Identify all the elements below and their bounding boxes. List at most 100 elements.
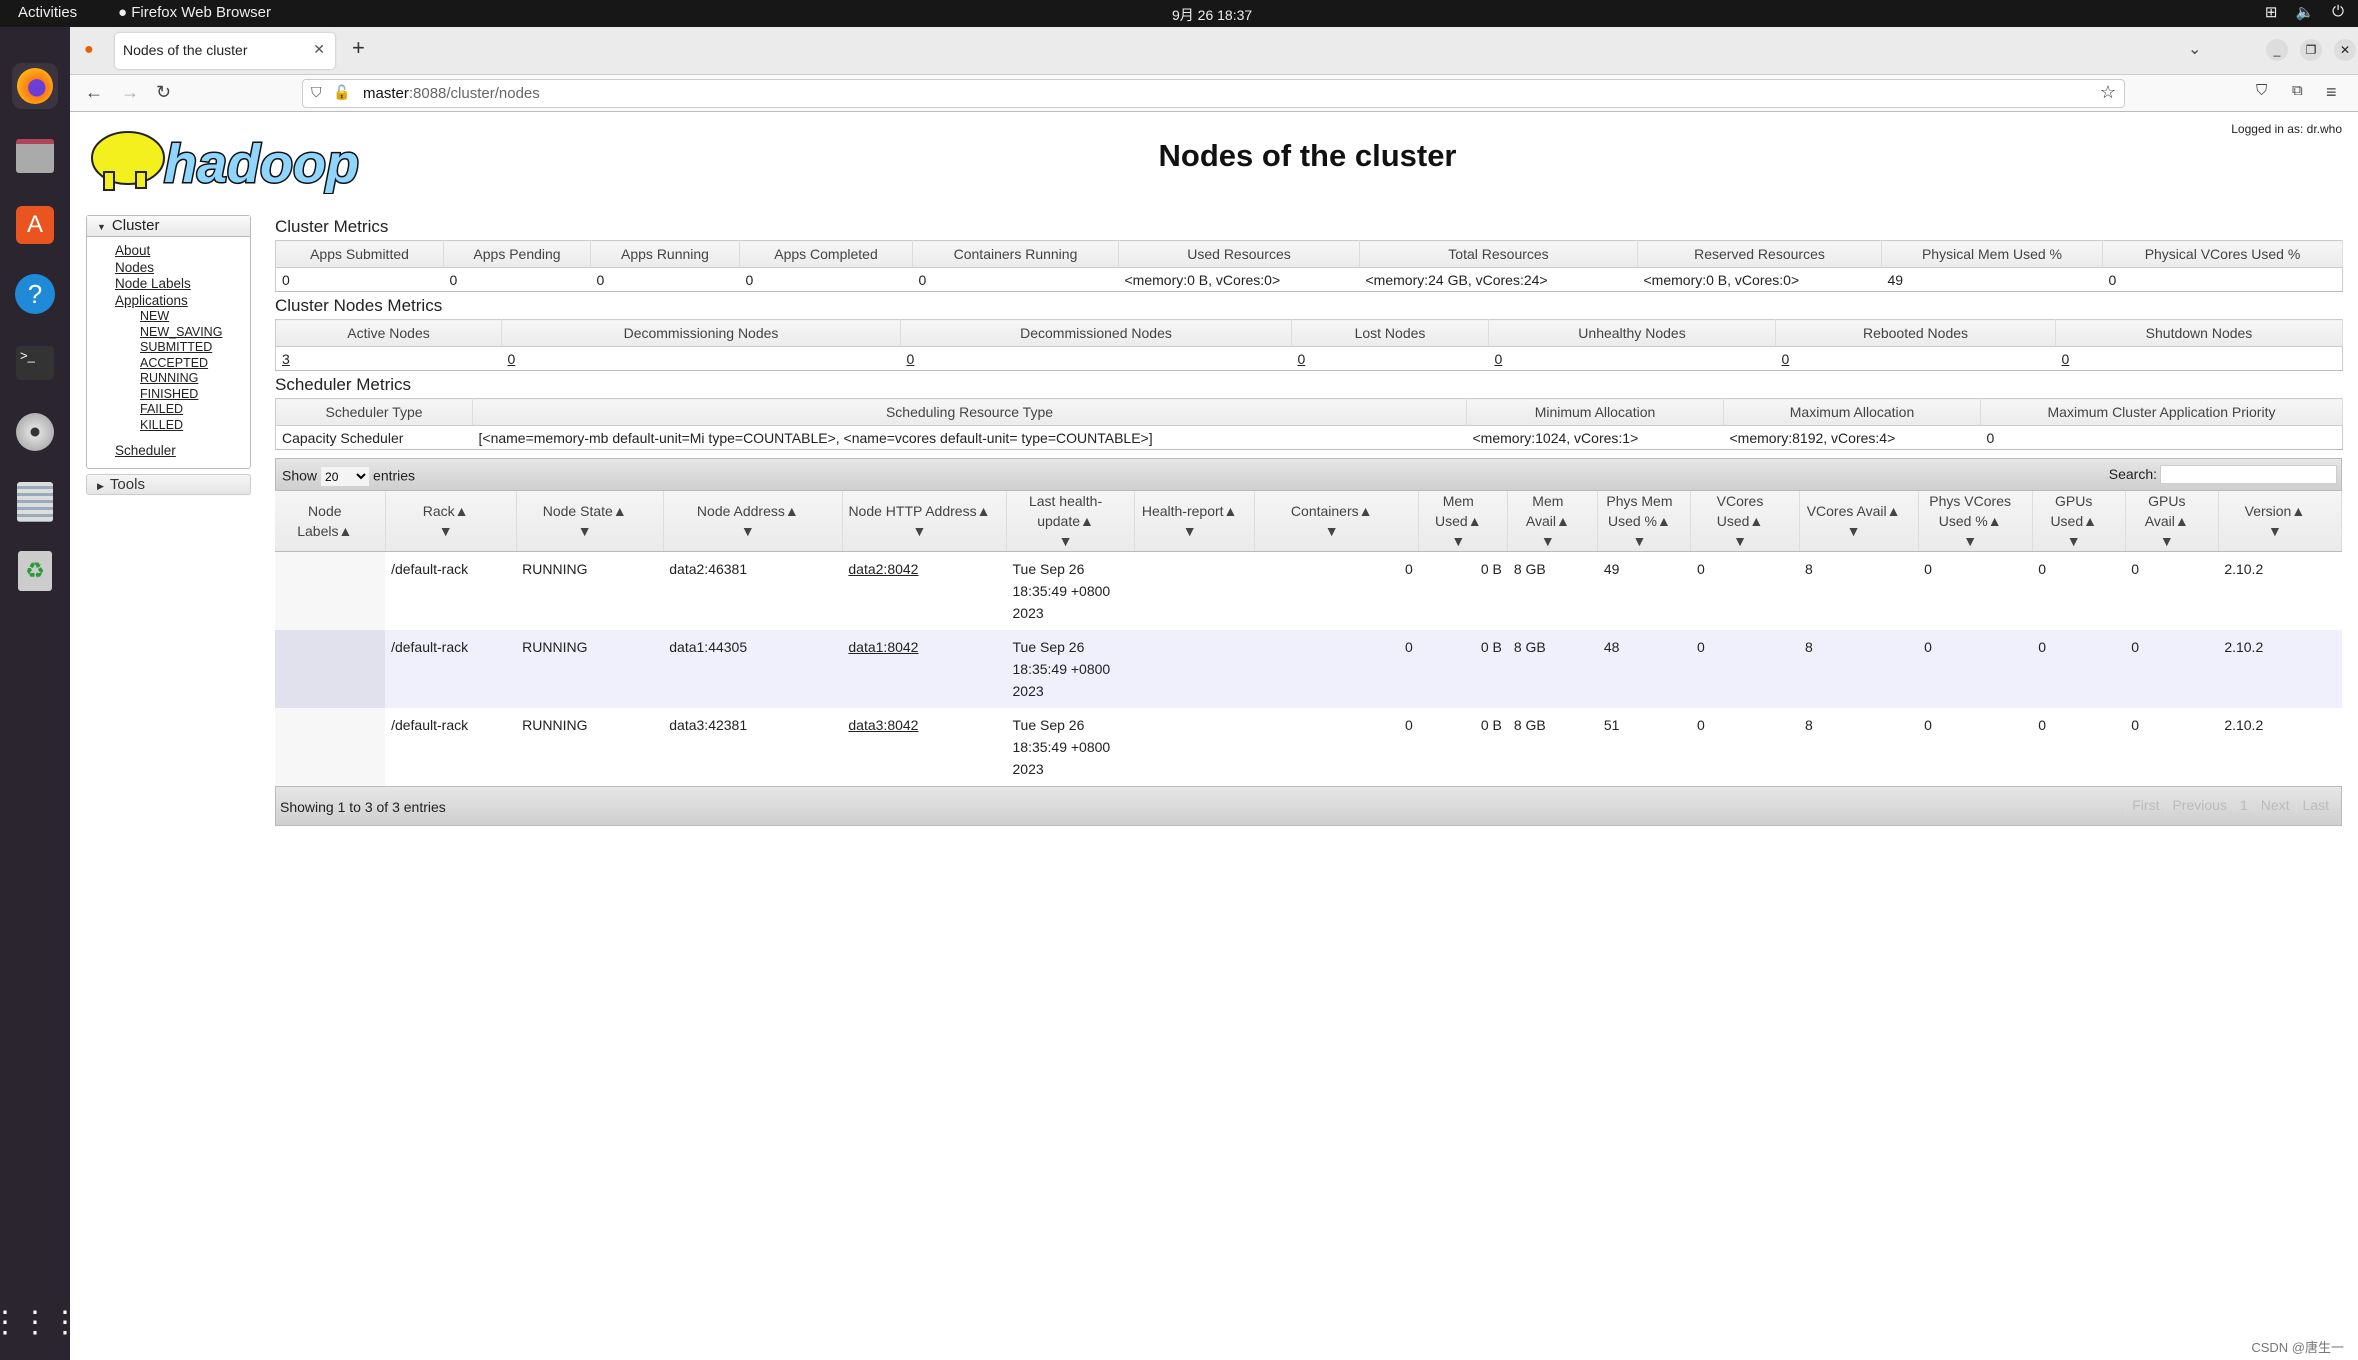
link-unhealthy-nodes[interactable]: 0: [1495, 351, 1503, 367]
system-tray[interactable]: ⊞ 🔈 ⏻: [2265, 3, 2344, 21]
terminal-icon[interactable]: >_: [12, 340, 58, 386]
column-header-mem-used[interactable]: Mem Used▲ ▼: [1418, 491, 1509, 552]
reload-icon[interactable]: ↻: [156, 82, 171, 103]
link-shutdown-nodes[interactable]: 0: [2062, 351, 2070, 367]
show-apps-icon[interactable]: ⋮⋮⋮: [0, 1299, 80, 1345]
trash-icon[interactable]: ♻: [12, 548, 58, 594]
node-http-address-link[interactable]: data3:8042: [848, 717, 918, 733]
value-reserved-resources: <memory:0 B, vCores:0>: [1637, 267, 1882, 292]
column-header-vcores-avail[interactable]: VCores Avail▲ ▼: [1799, 491, 1919, 552]
pager-previous[interactable]: Previous: [2165, 797, 2232, 813]
bookmark-star-icon[interactable]: ☆: [2100, 82, 2116, 103]
entries-per-page-select[interactable]: 20: [321, 467, 370, 486]
cell-last-health-update: Tue Sep 26 18:35:49 +0800 2023: [1006, 630, 1135, 708]
sidebar-link-about[interactable]: About: [115, 243, 250, 260]
sidebar-link-running[interactable]: RUNNING: [140, 371, 250, 387]
sidebar-link-scheduler[interactable]: Scheduler: [115, 443, 250, 460]
sidebar-link-applications[interactable]: Applications: [115, 293, 250, 310]
hadoop-logo[interactable]: hadoop: [86, 122, 386, 196]
header-reserved-resources: Reserved Resources: [1637, 240, 1882, 268]
forward-icon[interactable]: →: [121, 82, 139, 103]
sidebar-link-node-labels[interactable]: Node Labels: [115, 276, 250, 293]
column-header-phys-vcores-used[interactable]: Phys VCores Used %▲ ▼: [1918, 491, 2033, 552]
menu-icon[interactable]: ≡: [2326, 82, 2337, 103]
cell-vcores-used: 0: [1690, 708, 1800, 786]
close-tab-icon[interactable]: ✕: [313, 41, 325, 58]
value-decommissioned-nodes: 0: [900, 346, 1292, 371]
pager-first[interactable]: First: [2125, 797, 2165, 813]
pocket-icon[interactable]: ⛉: [2256, 82, 2267, 99]
minimize-icon[interactable]: _: [2266, 39, 2288, 61]
value-scheduler-type: Capacity Scheduler: [275, 425, 473, 450]
sidebar-link-accepted[interactable]: ACCEPTED: [140, 356, 250, 372]
sidebar-link-nodes[interactable]: Nodes: [115, 260, 250, 277]
close-window-icon[interactable]: ✕: [2334, 39, 2356, 61]
tab-nodes-of-cluster[interactable]: Nodes of the cluster ✕: [115, 33, 335, 69]
search-input[interactable]: [2160, 465, 2337, 484]
shield-icon[interactable]: ⛉: [311, 84, 322, 101]
column-header-gpus-avail[interactable]: GPUs Avail▲ ▼: [2125, 491, 2219, 552]
new-tab-icon[interactable]: +: [352, 35, 365, 61]
column-header-node-http-address[interactable]: Node HTTP Address▲ ▼: [842, 491, 1008, 552]
link-decommissioning-nodes[interactable]: 0: [508, 351, 516, 367]
extensions-icon[interactable]: ⧉: [2292, 82, 2303, 99]
sidebar-link-new[interactable]: NEW: [140, 309, 250, 325]
value-physical-vcores-used: 0: [2102, 267, 2343, 292]
pager-last[interactable]: Last: [2295, 797, 2335, 813]
column-header-phys-mem-used[interactable]: Phys Mem Used %▲ ▼: [1597, 491, 1692, 552]
sidebar-cluster-header[interactable]: ▼ Cluster: [87, 216, 250, 237]
drive-icon[interactable]: [12, 479, 58, 525]
column-header-last-health-update[interactable]: Last health-update▲ ▼: [1006, 491, 1136, 552]
insecure-lock-icon[interactable]: 🔓: [333, 84, 350, 101]
column-header-vcores-used[interactable]: VCores Used▲ ▼: [1690, 491, 1800, 552]
tab-list-chevron-icon[interactable]: ⌄: [2188, 39, 2201, 59]
firefox-icon[interactable]: [12, 63, 58, 109]
link-lost-nodes[interactable]: 0: [1298, 351, 1306, 367]
restore-icon[interactable]: ❐: [2300, 39, 2322, 61]
column-header-rack[interactable]: Rack▲ ▼: [385, 491, 517, 552]
cell-vcores-used: 0: [1690, 551, 1800, 630]
files-icon[interactable]: [12, 133, 58, 179]
active-app-label[interactable]: ● Firefox Web Browser: [118, 4, 271, 21]
cell-gpus-used: 0: [2032, 551, 2126, 630]
value-scheduling-resource-type: [<name=memory-mb default-unit=Mi type=CO…: [472, 425, 1467, 450]
clock[interactable]: 9月 26 18:37: [1172, 5, 1252, 25]
app-center-icon[interactable]: A: [12, 202, 58, 248]
pager-next[interactable]: Next: [2253, 797, 2296, 813]
url-bar[interactable]: ⛉ 🔓 master:8088/cluster/nodes ☆: [302, 79, 2125, 108]
link-rebooted-nodes[interactable]: 0: [1782, 351, 1790, 367]
link-active-nodes[interactable]: 3: [282, 351, 290, 367]
header-physical-mem-used: Physical Mem Used %: [1881, 240, 2103, 268]
firefox-view-icon[interactable]: ●: [84, 41, 94, 59]
column-header-node-labels[interactable]: Node Labels▲: [275, 491, 386, 552]
cluster-metrics-heading: Cluster Metrics: [275, 217, 389, 236]
url-host: master: [363, 85, 409, 102]
sidebar-link-submitted[interactable]: SUBMITTED: [140, 340, 250, 356]
value-shutdown-nodes: 0: [2055, 346, 2343, 371]
node-http-address-link[interactable]: data1:8042: [848, 639, 918, 655]
help-icon[interactable]: ?: [12, 271, 58, 317]
sidebar-link-killed[interactable]: KILLED: [140, 418, 250, 434]
column-header-version[interactable]: Version▲ ▼: [2218, 491, 2343, 552]
column-title: Node State: [542, 503, 613, 519]
cell-node-http-address: data3:8042: [842, 708, 1007, 786]
activities-button[interactable]: Activities: [18, 4, 77, 21]
node-http-address-link[interactable]: data2:8042: [848, 561, 918, 577]
link-decommissioned-nodes[interactable]: 0: [907, 351, 915, 367]
column-header-health-report[interactable]: Health-report▲ ▼: [1134, 491, 1256, 552]
navigation-bar: ← → ↻ ⛉ 🔓 master:8088/cluster/nodes ☆ ⛉ …: [70, 75, 2358, 112]
pager-page-1[interactable]: 1: [2232, 797, 2254, 813]
sidebar-link-finished[interactable]: FINISHED: [140, 387, 250, 403]
cell-gpus-used: 0: [2032, 708, 2126, 786]
column-header-mem-avail[interactable]: Mem Avail▲ ▼: [1507, 491, 1599, 552]
sidebar-tools-header[interactable]: ▶ Tools: [86, 473, 251, 495]
back-icon[interactable]: ←: [85, 82, 103, 103]
sidebar-link-new-saving[interactable]: NEW_SAVING: [140, 325, 250, 341]
disc-icon[interactable]: [12, 409, 58, 455]
column-header-gpus-used[interactable]: GPUs Used▲ ▼: [2032, 491, 2126, 552]
column-header-containers[interactable]: Containers▲ ▼: [1254, 491, 1420, 552]
sidebar-link-failed[interactable]: FAILED: [140, 402, 250, 418]
column-header-node-state[interactable]: Node State▲ ▼: [516, 491, 664, 552]
show-label: Show: [282, 467, 318, 484]
column-header-node-address[interactable]: Node Address▲ ▼: [663, 491, 843, 552]
